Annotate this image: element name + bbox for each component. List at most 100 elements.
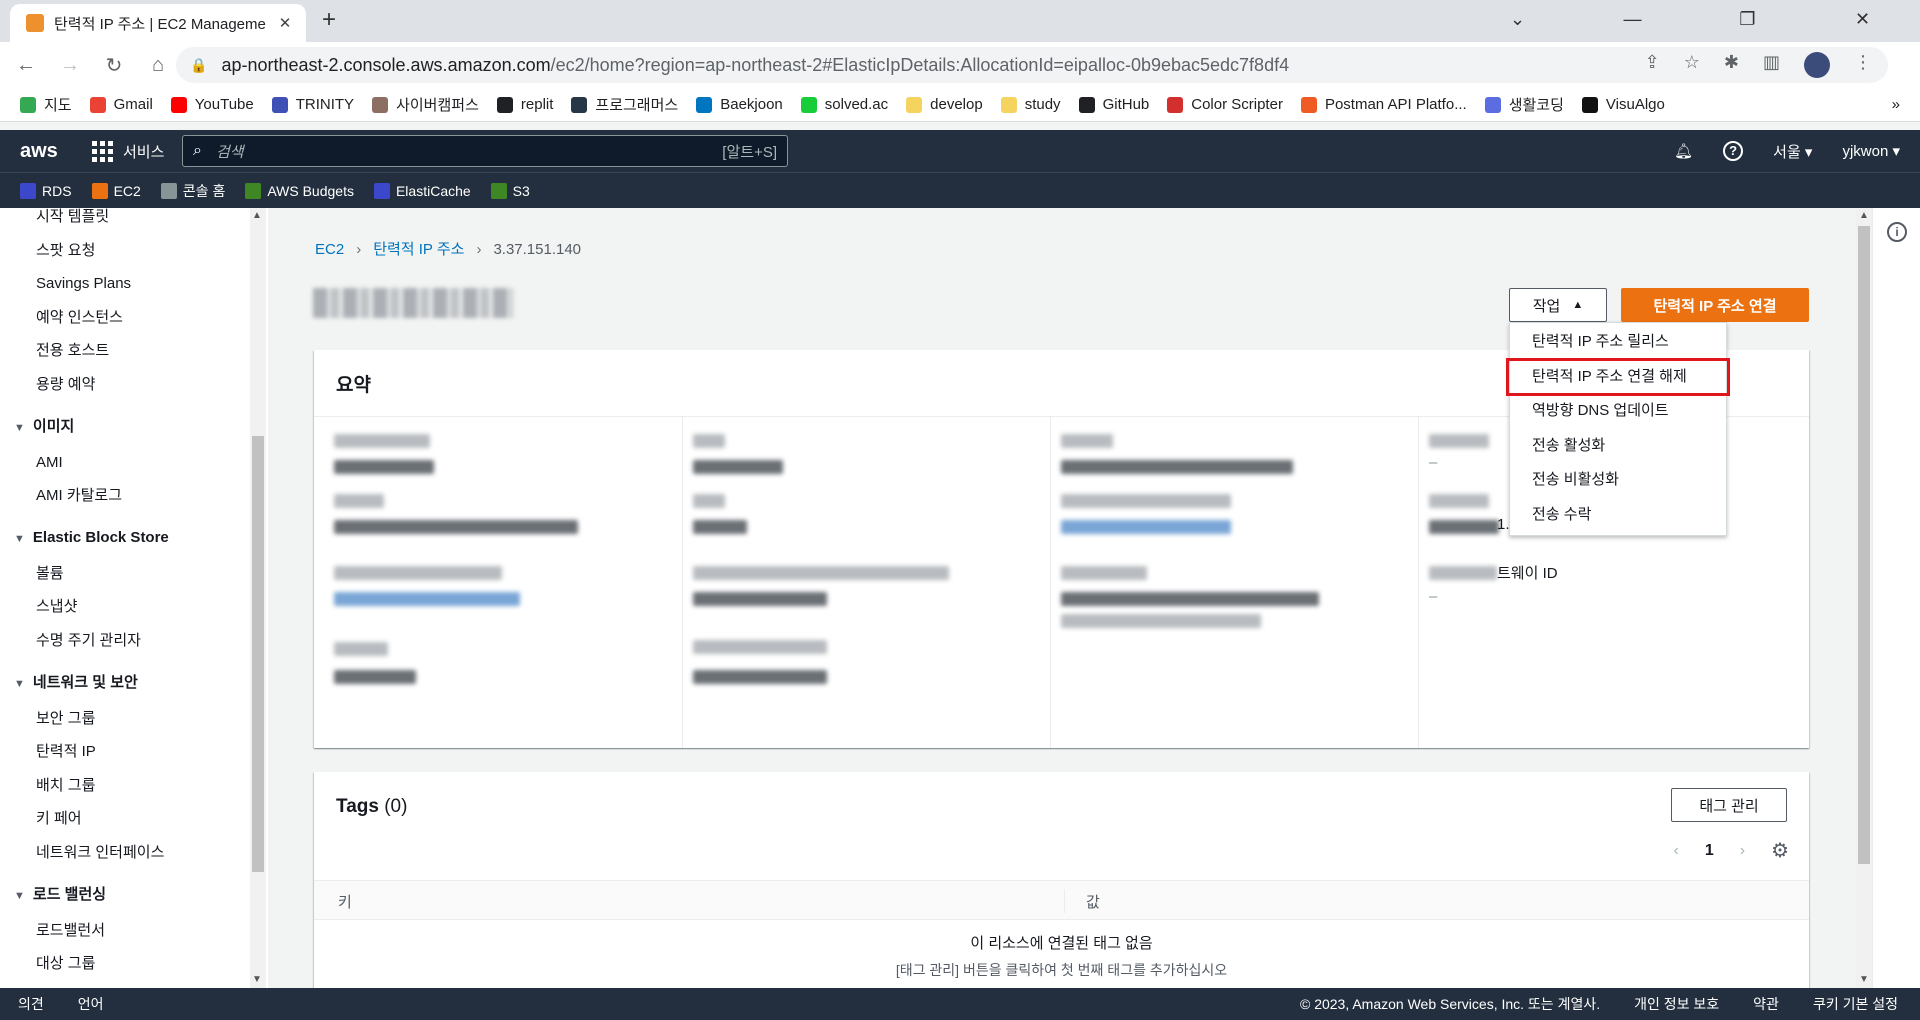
scroll-down-icon[interactable]: ▼ xyxy=(1859,974,1869,985)
sidebar-item[interactable]: Savings Plans xyxy=(0,267,268,301)
forward-icon[interactable]: → xyxy=(52,54,88,77)
sidebar-item[interactable]: 전용 호스트 xyxy=(0,334,268,368)
sidebar-item[interactable]: 네트워크 인터페이스 xyxy=(0,836,268,870)
sidebar-item[interactable]: 대상 그룹 xyxy=(0,947,268,981)
bookmark-star-icon[interactable]: ☆ xyxy=(1684,52,1700,78)
actions-menu-item[interactable]: 전송 수락 xyxy=(1510,498,1726,533)
bookmark-item[interactable]: TRINITY xyxy=(271,96,354,113)
sidebar-section-header[interactable]: ▼ Elastic Block Store xyxy=(0,519,268,557)
home-icon[interactable]: ⌂ xyxy=(140,54,176,77)
favorite-service-link[interactable]: 콘솔 홈 xyxy=(160,181,225,201)
gear-icon[interactable]: ⚙ xyxy=(1771,838,1789,863)
scroll-up-icon[interactable]: ▲ xyxy=(1859,210,1869,221)
privacy-link[interactable]: 개인 정보 보호 xyxy=(1634,994,1719,1014)
sidebar-item[interactable]: 용량 예약 xyxy=(0,368,268,402)
bookmark-item[interactable]: develop xyxy=(906,96,983,113)
bookmark-item[interactable]: YouTube xyxy=(170,96,254,113)
sidebar-item[interactable]: 시작 템플릿 xyxy=(0,208,268,234)
share-icon[interactable]: ⇪ xyxy=(1645,52,1660,78)
back-icon[interactable]: ← xyxy=(8,54,44,77)
sidebar-item[interactable]: 스팟 요청 xyxy=(0,234,268,268)
actions-menu-item[interactable]: 탄력적 IP 주소 연결 해제 xyxy=(1506,357,1730,397)
sidebar-section-header[interactable]: ▼ 네트워크 및 보안 xyxy=(0,664,268,702)
favorite-service-link[interactable]: AWS Budgets xyxy=(245,182,354,199)
associate-eip-button[interactable]: 탄력적 IP 주소 연결 xyxy=(1621,288,1809,322)
restore-icon[interactable]: ❐ xyxy=(1690,0,1805,40)
sidebar-scrollbar[interactable]: ▲ ▼ xyxy=(250,208,266,988)
main-scroll-thumb[interactable] xyxy=(1858,226,1870,864)
bookmark-item[interactable]: 생활코딩 xyxy=(1484,94,1564,115)
cookie-preferences-link[interactable]: 쿠키 기본 설정 xyxy=(1813,994,1898,1014)
bookmark-item[interactable]: 프로그래머스 xyxy=(571,94,678,115)
browser-tab[interactable]: 탄력적 IP 주소 | EC2 Manageme ✕ xyxy=(10,4,306,42)
sidebar-section-header[interactable]: ▼ 이미지 xyxy=(0,408,268,446)
bookmark-item[interactable]: Baekjoon xyxy=(696,96,783,113)
info-icon[interactable]: i xyxy=(1887,222,1907,242)
bookmark-item[interactable]: VisuAlgo xyxy=(1581,96,1665,113)
sidebar-item[interactable]: 배치 그룹 xyxy=(0,769,268,803)
reload-icon[interactable]: ↻ xyxy=(96,53,132,78)
favorite-service-link[interactable]: S3 xyxy=(490,182,530,199)
url-bar[interactable]: 🔒 ap-northeast-2.console.aws.amazon.com/… xyxy=(176,47,1888,83)
bookmark-item[interactable]: 지도 xyxy=(20,94,72,115)
favorite-service-link[interactable]: EC2 xyxy=(91,182,141,199)
extensions-icon[interactable]: ✱ xyxy=(1724,52,1739,78)
aws-search-input[interactable]: ⌕ 검색 [알트+S] xyxy=(182,135,788,167)
services-menu-button[interactable]: 서비스 xyxy=(92,140,164,162)
manage-tags-button[interactable]: 태그 관리 xyxy=(1671,788,1787,822)
browser-menu-icon[interactable]: ⋮ xyxy=(1854,52,1872,78)
sidebar-item[interactable]: 스냅샷 xyxy=(0,590,268,624)
sidebar-item[interactable]: 수명 주기 관리자 xyxy=(0,624,268,658)
breadcrumb-eip[interactable]: 탄력적 IP 주소 xyxy=(373,241,464,258)
main-scrollbar[interactable]: ▲ ▼ xyxy=(1856,208,1872,988)
help-icon[interactable]: ? xyxy=(1723,141,1744,161)
sidebar-item[interactable]: AMI xyxy=(0,446,268,480)
region-selector[interactable]: 서울 ▾ xyxy=(1773,141,1812,162)
breadcrumb-ec2[interactable]: EC2 xyxy=(315,241,344,258)
sidebar-item[interactable]: 보안 그룹 xyxy=(0,702,268,736)
sidebar-section-header[interactable]: ▼ 로드 밸런싱 xyxy=(0,876,268,914)
profile-avatar[interactable] xyxy=(1804,52,1830,78)
url-text[interactable]: ap-northeast-2.console.aws.amazon.com/ec… xyxy=(221,55,1644,76)
column-value[interactable]: 값 xyxy=(1086,891,1100,912)
bookmark-item[interactable]: GitHub xyxy=(1078,96,1149,113)
actions-menu-item[interactable]: 전송 활성화 xyxy=(1510,429,1726,464)
side-panel-icon[interactable]: ▥ xyxy=(1763,52,1780,78)
bookmark-item[interactable]: study xyxy=(1000,96,1061,113)
sidebar-item[interactable]: 키 페어 xyxy=(0,802,268,836)
terms-link[interactable]: 약관 xyxy=(1753,994,1779,1014)
sidebar-item[interactable]: 탄력적 IP xyxy=(0,735,268,769)
feedback-link[interactable]: 의견 xyxy=(18,994,44,1014)
scroll-up-icon[interactable]: ▲ xyxy=(252,210,262,221)
column-key[interactable]: 키 xyxy=(338,891,352,912)
bookmark-item[interactable]: replit xyxy=(496,96,553,113)
next-page-icon[interactable]: › xyxy=(1740,842,1745,860)
close-tab-icon[interactable]: ✕ xyxy=(274,14,296,32)
more-bookmarks-icon[interactable]: » xyxy=(1892,96,1900,113)
sidebar-item[interactable]: 볼륨 xyxy=(0,557,268,591)
close-window-icon[interactable]: ✕ xyxy=(1805,0,1920,40)
minimize-icon[interactable]: — xyxy=(1575,0,1690,40)
bookmark-item[interactable]: Gmail xyxy=(89,96,153,113)
sidebar-item[interactable]: AMI 카탈로그 xyxy=(0,479,268,513)
favorite-service-link[interactable]: RDS xyxy=(20,182,72,199)
actions-button[interactable]: 작업 ▲ xyxy=(1509,288,1607,322)
bookmark-item[interactable]: solved.ac xyxy=(800,96,888,113)
bookmark-item[interactable]: 사이버캠퍼스 xyxy=(372,94,479,115)
lock-icon[interactable]: 🔒 xyxy=(190,57,207,74)
sidebar-item[interactable]: 로드밸런서 xyxy=(0,914,268,948)
favorite-service-link[interactable]: ElastiCache xyxy=(373,182,471,199)
actions-menu-item[interactable]: 역방향 DNS 업데이트 xyxy=(1510,394,1726,429)
notifications-bell-icon[interactable]: 🔔︎ xyxy=(1674,142,1693,160)
new-tab-button[interactable]: + xyxy=(322,6,336,34)
scroll-down-icon[interactable]: ▼ xyxy=(252,974,262,985)
bookmark-item[interactable]: Postman API Platfo... xyxy=(1300,96,1467,113)
bookmark-item[interactable]: Color Scripter xyxy=(1167,96,1283,113)
actions-menu-item[interactable]: 전송 비활성화 xyxy=(1510,463,1726,498)
tab-search-icon[interactable]: ⌄ xyxy=(1460,0,1575,40)
sidebar-item[interactable]: 예약 인스턴스 xyxy=(0,301,268,335)
page-number[interactable]: 1 xyxy=(1705,842,1714,860)
sidebar-scroll-thumb[interactable] xyxy=(252,436,264,872)
actions-menu-item[interactable]: 탄력적 IP 주소 릴리스 xyxy=(1510,325,1726,360)
account-menu[interactable]: yjkwon ▾ xyxy=(1842,142,1900,160)
